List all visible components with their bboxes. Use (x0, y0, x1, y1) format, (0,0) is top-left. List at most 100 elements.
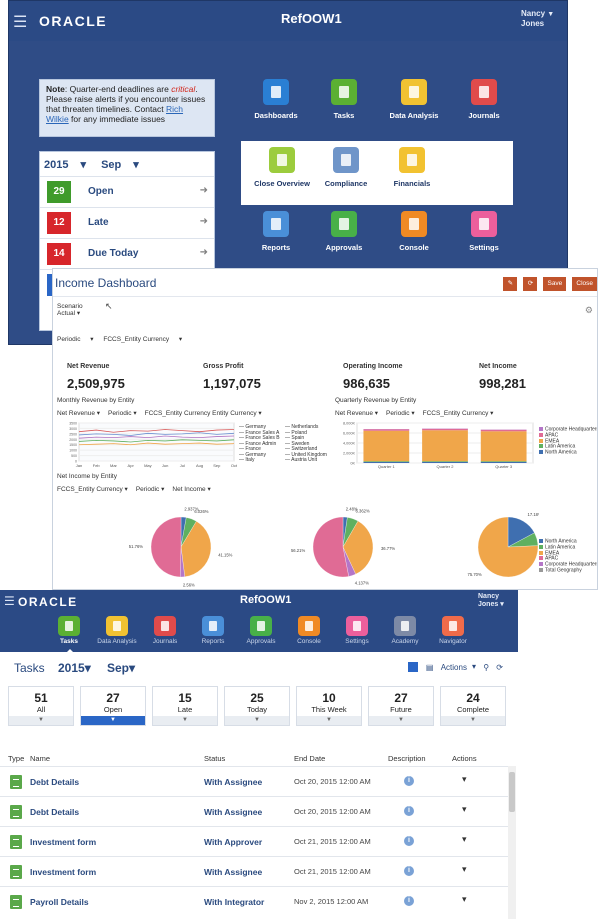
nav-navigator[interactable]: Navigator (424, 616, 482, 645)
table-row[interactable]: Debt Details With Assignee Oct 20, 2015 12… (0, 796, 510, 826)
filter-icon[interactable]: ⚲ (483, 663, 489, 672)
menu-icon[interactable]: ☰ (13, 12, 27, 32)
col-actions: Actions (452, 754, 477, 763)
task-count-badge: 14 (47, 243, 71, 265)
filter-card-today[interactable]: 25 Today ▼ (224, 686, 290, 726)
flyout-financials[interactable]: Financials (377, 147, 447, 188)
pov-periodic[interactable]: Periodic ▾ (57, 336, 94, 343)
user-menu[interactable]: Nancy Jones ▾ (478, 593, 504, 609)
filter-card-late[interactable]: 15 Late ▼ (152, 686, 218, 726)
chevron-down-icon: ▾ (122, 486, 128, 493)
tasks-icon (331, 79, 357, 105)
actions-menu[interactable]: Actions ▾ (441, 662, 476, 671)
pov-currency[interactable]: FCCS_Entity Currency ▾ (103, 336, 182, 343)
filter-dropdown[interactable]: FCCS_Entity Currency ▾ (57, 486, 128, 493)
chevron-down-icon[interactable]: ▼ (153, 716, 217, 725)
filter-card-this-week[interactable]: 10 This Week ▼ (296, 686, 362, 726)
filter-dropdown[interactable]: Net Income ▾ (172, 486, 210, 493)
filter-dropdown[interactable]: FCCS_Entity Currency Entity Currency ▾ (145, 410, 262, 417)
col-name[interactable]: Name (30, 754, 50, 763)
filter-card-future[interactable]: 27 Future ▼ (368, 686, 434, 726)
chevron-down-icon[interactable]: ▼ (441, 716, 505, 725)
filter-dropdown[interactable]: Periodic ▾ (108, 410, 137, 417)
print-icon[interactable]: ▤ (426, 663, 434, 672)
info-icon[interactable]: i (404, 806, 414, 816)
table-header: Type Name Status End Date Description Ac… (0, 750, 518, 766)
legend-item: — Austria Unit (285, 457, 331, 464)
card-label: Today (246, 705, 267, 714)
task-name-link[interactable]: Investment form (30, 867, 96, 877)
chevron-down-icon[interactable]: ▼ (81, 716, 145, 725)
year-selector[interactable]: 2015▾ (58, 661, 91, 675)
info-icon[interactable]: i (404, 836, 414, 846)
filter-card-complete[interactable]: 24 Complete ▼ (440, 686, 506, 726)
year-selector[interactable]: 2015▾ (44, 159, 86, 171)
user-menu[interactable]: Nancy ▼ Jones (521, 9, 554, 28)
chevron-down-icon[interactable]: ▼ (297, 716, 361, 725)
filter-dropdown[interactable]: Net Revenue ▾ (335, 410, 378, 417)
tile-reports[interactable]: Reports (241, 211, 311, 252)
task-name-link[interactable]: Payroll Details (30, 897, 89, 907)
col-status[interactable]: Status (204, 754, 225, 763)
tile-tasks[interactable]: Tasks (309, 79, 379, 120)
arrow-right-icon[interactable]: ➜ (200, 185, 208, 196)
x-tick-label: Aug (196, 463, 203, 468)
table-row[interactable]: Investment form With Assignee Oct 21, 2015… (0, 856, 510, 886)
info-icon[interactable]: i (404, 896, 414, 906)
tile-approvals[interactable]: Approvals (309, 211, 379, 252)
refresh-icon[interactable]: ⟳ (523, 277, 538, 291)
row-actions-chevron-icon[interactable]: ▾ (462, 804, 467, 815)
table-row[interactable]: Debt Details With Assignee Oct 20, 2015 12… (0, 766, 510, 796)
chevron-down-icon[interactable]: ▼ (225, 716, 289, 725)
tile-journals[interactable]: Journals (449, 79, 519, 120)
save-button[interactable]: Save (543, 277, 567, 291)
scenario-selector[interactable]: Scenario Actual ▾ (57, 303, 83, 317)
table-row[interactable]: Investment form With Approver Oct 21, 2015… (0, 826, 510, 856)
month-selector[interactable]: Sep▾ (101, 159, 139, 171)
tile-console[interactable]: Console (379, 211, 449, 252)
flyout-close-overview[interactable]: Close Overview (247, 147, 317, 188)
pie-data-label: 4.137% (355, 581, 369, 586)
refresh-icon[interactable]: ⟳ (496, 663, 503, 672)
card-count: 25 (250, 691, 264, 705)
y-tick-label: 3000 (69, 427, 77, 431)
close-button[interactable]: Close (572, 277, 597, 291)
row-actions-chevron-icon[interactable]: ▾ (462, 774, 467, 785)
tile-dashboards[interactable]: Dashboards (241, 79, 311, 120)
arrow-right-icon[interactable]: ➜ (200, 216, 208, 227)
filter-dropdown[interactable]: Periodic ▾ (136, 486, 165, 493)
flyout-compliance[interactable]: Compliance (311, 147, 381, 188)
task-summary-row[interactable]: 29 Open ➜ (40, 176, 214, 207)
task-name-link[interactable]: Investment form (30, 837, 96, 847)
chevron-down-icon[interactable]: ▼ (9, 716, 73, 725)
arrow-right-icon[interactable]: ➜ (200, 247, 208, 258)
row-actions-chevron-icon[interactable]: ▾ (462, 894, 467, 905)
filter-label: FCCS_Entity Currency (422, 410, 489, 417)
filter-card-all[interactable]: 51 All ▼ (8, 686, 74, 726)
filter-dropdown[interactable]: Periodic ▾ (386, 410, 415, 417)
task-summary-row[interactable]: 14 Due Today ➜ (40, 238, 214, 269)
col-end-date[interactable]: End Date (294, 754, 325, 763)
row-actions-chevron-icon[interactable]: ▾ (462, 864, 467, 875)
chevron-down-icon[interactable]: ▼ (369, 716, 433, 725)
view-toggle-icon[interactable] (407, 662, 418, 672)
gear-icon[interactable]: ⚙ (585, 305, 593, 316)
filter-dropdown[interactable]: Net Revenue ▾ (57, 410, 100, 417)
task-name-link[interactable]: Debt Details (30, 777, 79, 787)
scrollbar-thumb[interactable] (509, 772, 515, 812)
edit-icon[interactable]: ✎ (503, 277, 518, 291)
month-selector[interactable]: Sep▾ (107, 661, 135, 675)
info-icon[interactable]: i (404, 866, 414, 876)
tile-settings[interactable]: Settings (449, 211, 519, 252)
filter-dropdown[interactable]: FCCS_Entity Currency ▾ (423, 410, 494, 417)
task-summary-row[interactable]: 12 Late ➜ (40, 207, 214, 238)
info-icon[interactable]: i (404, 776, 414, 786)
kpi-value: 2,509,975 (67, 376, 125, 391)
row-actions-chevron-icon[interactable]: ▾ (462, 834, 467, 845)
scrollbar[interactable] (508, 766, 516, 919)
tile-data-analysis[interactable]: Data Analysis (379, 79, 449, 120)
menu-icon[interactable]: ☰ (4, 594, 15, 608)
table-row[interactable]: Payroll Details With Integrator Nov 2, 201… (0, 886, 510, 916)
filter-card-open[interactable]: 27 Open ▼ (80, 686, 146, 726)
task-name-link[interactable]: Debt Details (30, 807, 79, 817)
